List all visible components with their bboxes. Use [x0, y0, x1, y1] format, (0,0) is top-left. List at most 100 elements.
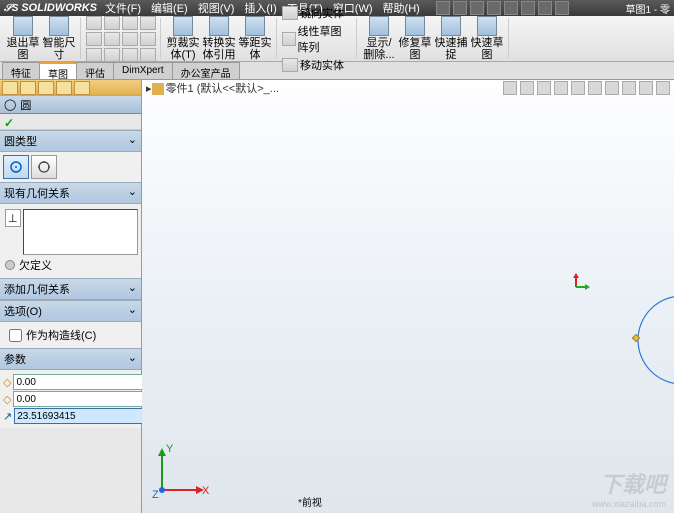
center-circle-button[interactable]: [3, 155, 29, 179]
tab-evaluate[interactable]: 评估: [76, 62, 114, 79]
rect-tool-icon[interactable]: [86, 32, 102, 46]
qat-undo-icon[interactable]: [504, 1, 518, 15]
menu-view[interactable]: 视图(V): [198, 0, 235, 16]
qat-new-icon[interactable]: [436, 1, 450, 15]
convert-button[interactable]: 转换实 体引用: [202, 16, 236, 61]
manager-tabs: [0, 80, 141, 96]
center-x-input[interactable]: [13, 374, 151, 390]
mirror-icon[interactable]: [282, 6, 298, 20]
fillet-tool-icon[interactable]: [122, 32, 138, 46]
relations-list[interactable]: [23, 209, 138, 255]
ok-button[interactable]: ✓: [4, 116, 14, 130]
rapid-sketch-button[interactable]: 快速草 图: [470, 16, 504, 61]
svg-text:Y: Y: [166, 443, 174, 455]
prev-view-icon[interactable]: [537, 81, 551, 95]
document-title: 草图1 - 零: [626, 1, 670, 16]
pattern-icon[interactable]: [282, 32, 296, 46]
watermark-logo: 下载吧: [600, 467, 666, 499]
repair-sketch-button[interactable]: 修复草 图: [398, 16, 432, 61]
graphics-viewport[interactable]: ▸零件1 (默认<<默认>_...: [142, 80, 674, 513]
circle-tool-icon[interactable]: [86, 48, 102, 62]
qat-open-icon[interactable]: [453, 1, 467, 15]
dimxpert-tab-icon[interactable]: [56, 81, 72, 95]
collapse-icon[interactable]: ⌄: [128, 281, 137, 297]
definition-status: 欠定义: [3, 255, 138, 275]
construction-label: 作为构造线(C): [26, 327, 96, 343]
pm-title: ◯圆: [0, 96, 141, 114]
collapse-icon[interactable]: ⌄: [128, 351, 137, 367]
hide-show-icon[interactable]: [605, 81, 619, 95]
feature-tree-tab-icon[interactable]: [2, 81, 18, 95]
relation-perpendicular-icon: ⊥: [5, 209, 21, 227]
polygon-tool-icon[interactable]: [104, 32, 120, 46]
existing-relations-header[interactable]: 现有几何关系⌄: [0, 182, 141, 204]
part-icon: [152, 83, 164, 95]
sketch-circle[interactable]: [632, 290, 674, 390]
text-tool-icon[interactable]: [140, 32, 156, 46]
scene-icon[interactable]: [639, 81, 653, 95]
move-icon[interactable]: [282, 58, 298, 72]
menu-file[interactable]: 文件(F): [105, 0, 141, 16]
pattern-label: 线性草图阵列: [298, 23, 352, 55]
quick-access-toolbar: [436, 1, 569, 15]
options-header[interactable]: 选项(O)⌄: [0, 300, 141, 322]
zoom-area-icon[interactable]: [520, 81, 534, 95]
move-label: 移动实体: [300, 57, 344, 73]
menu-help[interactable]: 帮助(H): [383, 0, 420, 16]
params-header[interactable]: 参数⌄: [0, 348, 141, 370]
config-tab-icon[interactable]: [38, 81, 54, 95]
radius-icon: ↗: [3, 409, 12, 423]
construction-checkbox[interactable]: [9, 329, 22, 342]
collapse-icon[interactable]: ⌄: [128, 185, 137, 201]
qat-save-icon[interactable]: [470, 1, 484, 15]
property-manager: ◯圆 ✓ 圆类型⌄ 现有几何关系⌄ ⊥ 欠定义 添加几何关系⌄ 选项(O)⌄ 作…: [0, 80, 142, 513]
plane-tool-icon[interactable]: [140, 48, 156, 62]
view-orient-icon[interactable]: [571, 81, 585, 95]
offset-button[interactable]: 等距实 体: [238, 16, 272, 61]
tab-office[interactable]: 办公室产品: [172, 62, 240, 79]
flyout-tree[interactable]: ▸零件1 (默认<<默认>_...: [146, 80, 279, 96]
heads-up-toolbar: [503, 81, 670, 95]
collapse-icon[interactable]: ⌄: [128, 303, 137, 319]
radius-input[interactable]: [14, 408, 152, 424]
menu-insert[interactable]: 插入(I): [244, 0, 276, 16]
app-logo: 𝒮S SOLIDWORKS: [4, 2, 97, 14]
zoom-fit-icon[interactable]: [503, 81, 517, 95]
display-tab-icon[interactable]: [74, 81, 90, 95]
ribbon: 退出草 图 智能尺 寸 剪裁实 体(T) 转换实 体引用 等距实 体 镜向实体 …: [0, 16, 674, 62]
qat-rebuild-icon[interactable]: [538, 1, 552, 15]
perimeter-circle-button[interactable]: [31, 155, 57, 179]
main-menu: 文件(F) 编辑(E) 视图(V) 插入(I) 工具(T) 窗口(W) 帮助(H…: [105, 0, 420, 16]
sketch-origin-triad: [562, 273, 590, 301]
quick-snap-button[interactable]: 快速捕 捉: [434, 16, 468, 61]
section-view-icon[interactable]: [554, 81, 568, 95]
property-tab-icon[interactable]: [20, 81, 36, 95]
svg-text:Z: Z: [152, 489, 159, 500]
tab-features[interactable]: 特征: [2, 62, 40, 79]
exit-sketch-button[interactable]: 退出草 图: [6, 16, 40, 61]
add-relations-header[interactable]: 添加几何关系⌄: [0, 278, 141, 300]
slot-tool-icon[interactable]: [140, 16, 156, 30]
trim-button[interactable]: 剪裁实 体(T): [166, 16, 200, 61]
arc-tool-icon[interactable]: [104, 16, 120, 30]
center-y-input[interactable]: [13, 391, 151, 407]
appearance-icon[interactable]: [622, 81, 636, 95]
line-tool-icon[interactable]: [86, 16, 102, 30]
menu-edit[interactable]: 编辑(E): [151, 0, 188, 16]
circle-type-header[interactable]: 圆类型⌄: [0, 130, 141, 152]
qat-redo-icon[interactable]: [521, 1, 535, 15]
smart-dimension-button[interactable]: 智能尺 寸: [42, 16, 76, 61]
point-tool-icon[interactable]: [122, 48, 138, 62]
collapse-icon[interactable]: ⌄: [128, 133, 137, 149]
tab-sketch[interactable]: 草图: [39, 62, 77, 79]
view-settings-icon[interactable]: [656, 81, 670, 95]
qat-print-icon[interactable]: [487, 1, 501, 15]
cx-icon: ◇: [3, 375, 11, 389]
view-triad: Y X Z: [152, 440, 212, 500]
display-delete-button[interactable]: 显示/ 删除...: [362, 16, 396, 61]
qat-options-icon[interactable]: [555, 1, 569, 15]
spline-tool-icon[interactable]: [104, 48, 120, 62]
ellipse-tool-icon[interactable]: [122, 16, 138, 30]
tab-dimxpert[interactable]: DimXpert: [113, 62, 173, 79]
display-style-icon[interactable]: [588, 81, 602, 95]
